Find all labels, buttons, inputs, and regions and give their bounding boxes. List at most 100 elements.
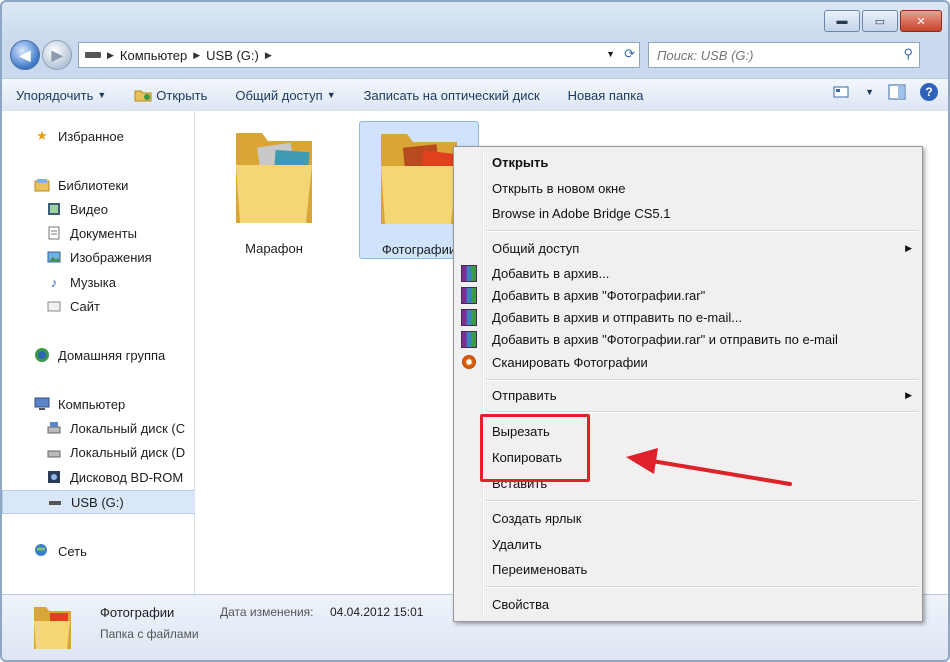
menu-label: Открыть в новом окне [492, 180, 626, 196]
winrar-icon [460, 330, 478, 348]
sidebar-label: USB (G:) [71, 494, 124, 510]
close-button[interactable]: ✕ [900, 10, 942, 32]
winrar-icon [460, 308, 478, 326]
star-icon: ★ [36, 128, 48, 143]
refresh-icon[interactable]: ⟳ [624, 46, 635, 62]
view-dropdown-icon[interactable]: ▼ [865, 87, 874, 97]
menu-label: Свойства [492, 596, 550, 612]
menu-label: Добавить в архив "Фотографии.rar" и отпр… [492, 331, 838, 347]
breadcrumb-separator-icon[interactable]: ▶ [265, 50, 272, 61]
sidebar-item-site[interactable]: Сайт [2, 295, 194, 317]
menu-item-archive-rar-email[interactable]: Добавить в архив "Фотографии.rar" и отпр… [456, 328, 920, 350]
sidebar-item-usb[interactable]: USB (G:) [2, 490, 196, 514]
new-folder-button[interactable]: Новая папка [554, 79, 658, 111]
sidebar-label: Изображения [70, 249, 152, 265]
menu-separator [486, 411, 918, 413]
search-icon[interactable]: ⚲ [903, 46, 913, 62]
menu-item-share[interactable]: Общий доступ ▶ [456, 237, 920, 259]
chevron-down-icon: ▼ [326, 90, 336, 100]
sidebar-item-network[interactable]: Сеть [2, 540, 194, 562]
navigation-pane: ★ Избранное Библиотеки Видео Документы И… [2, 111, 196, 594]
search-input[interactable] [655, 46, 889, 64]
antivirus-scan-icon [460, 353, 478, 371]
help-icon[interactable]: ? [920, 83, 938, 101]
menu-item-open[interactable]: Открыть [456, 151, 920, 173]
preview-pane-icon[interactable] [888, 84, 906, 100]
menu-label: Переименовать [492, 561, 588, 577]
menu-item-open-new-window[interactable]: Открыть в новом окне [456, 177, 920, 199]
menu-item-delete[interactable]: Удалить [456, 533, 920, 555]
submenu-arrow-icon: ▶ [905, 242, 912, 253]
sidebar-item-pictures[interactable]: Изображения [2, 246, 194, 268]
forward-arrow-icon: ▶ [51, 46, 63, 63]
folder-thumbnail-icon [34, 607, 71, 649]
sidebar-label: Локальный диск (D [70, 444, 186, 460]
folder-label: Марафон [245, 241, 303, 256]
menu-item-properties[interactable]: Свойства [456, 593, 920, 615]
organize-label: Упорядочить [16, 87, 94, 103]
organize-button[interactable]: Упорядочить ▼ [2, 79, 120, 111]
menu-item-add-archive[interactable]: Добавить в архив... [456, 262, 920, 284]
menu-label: Сканировать Фотографии [492, 354, 648, 370]
menu-separator [486, 586, 918, 588]
change-view-icon[interactable] [833, 85, 851, 99]
cut-copy-highlight-box [480, 414, 590, 482]
sidebar-item-drive-d[interactable]: Локальный диск (D [2, 441, 194, 463]
share-label: Общий доступ [235, 87, 323, 103]
sidebar-item-music[interactable]: ♪ Музыка [2, 271, 194, 293]
libraries-icon [34, 177, 50, 193]
minimize-button[interactable]: ▬ [824, 10, 860, 32]
details-date-label: Дата изменения: [220, 605, 314, 619]
chevron-down-icon: ▼ [97, 90, 107, 100]
menu-item-send-to[interactable]: Отправить ▶ [456, 384, 920, 406]
menu-label: Открыть [492, 154, 549, 170]
address-history-dropdown-icon[interactable]: ▼ [606, 49, 615, 59]
forward-button[interactable]: ▶ [42, 40, 72, 70]
menu-item-create-shortcut[interactable]: Создать ярлык [456, 507, 920, 529]
menu-label: Добавить в архив "Фотографии.rar" [492, 287, 706, 303]
search-box[interactable]: ⚲ [648, 42, 920, 68]
menu-item-archive-email[interactable]: Добавить в архив и отправить по e-mail..… [456, 306, 920, 328]
computer-icon [34, 396, 50, 412]
breadcrumb-separator-icon[interactable]: ▶ [107, 50, 114, 61]
maximize-button[interactable]: ▭ [862, 10, 898, 32]
share-button[interactable]: Общий доступ ▼ [221, 79, 349, 111]
menu-item-rename[interactable]: Переименовать [456, 558, 920, 580]
open-button[interactable]: Открыть [120, 79, 221, 111]
breadcrumb-separator-icon[interactable]: ▶ [193, 50, 200, 61]
context-menu: Открыть Открыть в новом окне Browse in A… [453, 146, 923, 622]
menu-item-scan[interactable]: Сканировать Фотографии [456, 351, 920, 373]
menu-item-adobe-bridge[interactable]: Browse in Adobe Bridge CS5.1 [456, 202, 920, 224]
sidebar-item-favorites[interactable]: ★ Избранное [2, 125, 194, 147]
sidebar-item-computer[interactable]: Компьютер [2, 393, 194, 415]
pointer-arrow-icon [626, 448, 792, 486]
menu-label: Добавить в архив... [492, 265, 610, 281]
sidebar-item-libraries[interactable]: Библиотеки [2, 174, 194, 196]
address-bar[interactable]: ▶ Компьютер ▶ USB (G:) ▶ ▼ ⟳ [78, 42, 640, 68]
burn-button[interactable]: Записать на оптический диск [350, 79, 554, 111]
sidebar-item-drive-c[interactable]: Локальный диск (C [2, 417, 194, 439]
sidebar-label: Дисковод BD-ROM [70, 469, 184, 485]
folder-item-marathon[interactable]: Марафон [215, 121, 333, 257]
menu-separator [486, 230, 918, 232]
hard-drive-icon [46, 420, 62, 436]
window-controls: ▬ ▭ ✕ [824, 10, 942, 32]
sidebar-item-documents[interactable]: Документы [2, 222, 194, 244]
documents-icon [46, 225, 62, 241]
menu-label: Создать ярлык [492, 510, 582, 526]
winrar-icon [460, 264, 478, 282]
back-button[interactable]: ◀ [10, 40, 40, 70]
sidebar-item-video[interactable]: Видео [2, 198, 194, 220]
menu-item-add-archive-rar[interactable]: Добавить в архив "Фотографии.rar" [456, 284, 920, 306]
menu-separator [486, 379, 918, 381]
sidebar-label: Сайт [70, 298, 100, 314]
menu-label: Добавить в архив и отправить по e-mail..… [492, 309, 743, 325]
sidebar-item-bd-rom[interactable]: Дисковод BD-ROM [2, 466, 194, 488]
command-bar: Упорядочить ▼ Открыть Общий доступ ▼ Зап… [2, 78, 948, 112]
sidebar-label: Библиотеки [58, 177, 129, 193]
sidebar-item-homegroup[interactable]: Домашняя группа [2, 344, 194, 366]
breadcrumb-usb[interactable]: USB (G:) [206, 48, 259, 63]
breadcrumb-computer[interactable]: Компьютер [120, 48, 187, 63]
sidebar-label: Домашняя группа [58, 347, 166, 363]
burn-label: Записать на оптический диск [363, 87, 540, 103]
